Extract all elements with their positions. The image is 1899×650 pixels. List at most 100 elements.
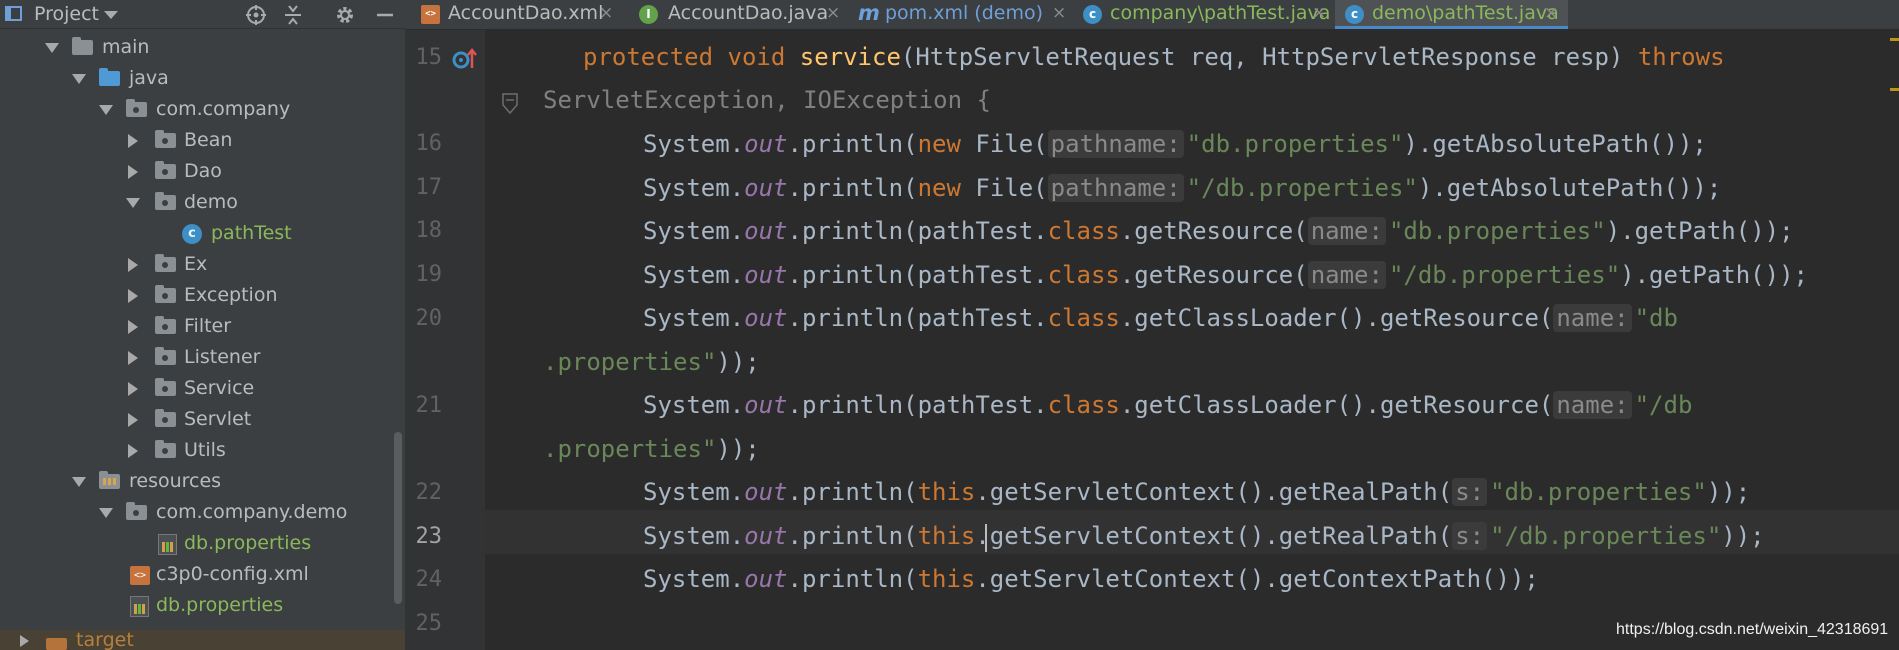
expand-arrow-icon[interactable] [99,508,113,518]
gear-icon[interactable] [334,4,356,29]
expand-arrow-icon[interactable] [99,105,113,115]
tree-item-service[interactable]: Service [0,374,405,405]
expand-arrow-icon[interactable] [45,43,59,53]
editor-gutter[interactable] [405,30,485,650]
target-icon[interactable] [245,4,267,29]
collapsed-arrow-icon[interactable] [128,289,138,303]
parameter-hint: name: [1553,391,1632,419]
tree-item-ex[interactable]: Ex [0,250,405,281]
package-icon [155,409,176,427]
tree-item-label: Servlet [184,408,252,430]
token-string: "/db.properties" [1186,174,1418,202]
warning-marker[interactable] [1890,88,1899,91]
token-text: (HttpServletRequest req, HttpServletResp… [900,43,1638,71]
expand-arrow-icon[interactable] [72,74,86,84]
tree-item-utils[interactable]: Utils [0,436,405,467]
tree-item-pathtest[interactable]: c pathTest [0,219,405,250]
collapsed-arrow-icon[interactable] [128,320,138,334]
tree-item-java[interactable]: java [0,64,405,95]
token-string: "db.properties" [1388,217,1606,245]
token-text: .println( [787,261,918,289]
tab-pom-xml[interactable]: m pom.xml (demo) × [850,0,1075,29]
tree-item-db-properties[interactable]: db.properties [0,529,405,560]
expand-arrow-icon[interactable] [72,477,86,487]
token-text: ).getAbsolutePath()); [1403,130,1707,158]
folder-icon [72,37,93,55]
collapsed-arrow-icon[interactable] [128,444,138,458]
token-keyword: this [917,478,976,506]
project-panel: Project main java com.company Bean Dao d… [0,0,405,650]
code-line-20-cont: .properties")); [543,348,760,376]
tab-company-pathtest[interactable]: c company\pathTest.java × [1075,0,1335,29]
tab-demo-pathtest[interactable]: c demo\pathTest.java × [1335,0,1568,29]
collapse-icon[interactable] [282,4,304,29]
token-text: )); [716,348,760,376]
tree-item-bean[interactable]: Bean [0,126,405,157]
code-line-24: System.out.println(this.getServletContex… [643,565,1539,593]
collapsed-arrow-icon[interactable] [20,635,29,647]
collapsed-arrow-icon[interactable] [128,258,138,272]
token-keyword: new [917,174,961,202]
tree-item-com-company-demo[interactable]: com.company.demo [0,498,405,529]
token-text: pathTest. [917,304,1048,332]
code-line-15-cont: ServletException, IOException { [543,86,991,114]
collapsed-arrow-icon[interactable] [128,413,138,427]
project-scrollbar[interactable] [394,432,402,604]
tree-item-filter[interactable]: Filter [0,312,405,343]
close-icon[interactable]: × [1052,3,1066,23]
close-icon[interactable]: × [1312,3,1326,23]
collapsed-arrow-icon[interactable] [128,382,138,396]
project-icon [5,6,22,21]
close-icon[interactable]: × [826,3,840,23]
properties-file-icon [130,596,149,617]
minimize-icon[interactable] [374,4,396,29]
line-number: 21 [415,393,443,418]
token-keyword: throws [1637,43,1725,71]
warning-marker[interactable] [1890,38,1899,41]
project-title[interactable]: Project [34,3,99,25]
tab-accountdao-xml[interactable]: <> AccountDao.xml × [405,0,623,29]
tree-item-dao[interactable]: Dao [0,157,405,188]
text-caret [985,524,987,552]
editor-tab-bar: <> AccountDao.xml × I AccountDao.java × … [405,0,1899,30]
expand-arrow-icon[interactable] [126,198,140,208]
parameter-hint: pathname: [1047,130,1184,158]
tree-item-label: pathTest [211,222,292,244]
token-text: System. [643,478,745,506]
tree-item-listener[interactable]: Listener [0,343,405,374]
collapsed-arrow-icon[interactable] [128,351,138,365]
token-text: File( [960,130,1048,158]
tree-item-c3p0-config[interactable]: <> c3p0-config.xml [0,560,405,591]
tree-item-servlet[interactable]: Servlet [0,405,405,436]
tree-item-label: resources [129,470,222,492]
collapsed-arrow-icon[interactable] [128,134,138,148]
tree-item-exception[interactable]: Exception [0,281,405,312]
tab-accountdao-java[interactable]: I AccountDao.java × [623,0,850,29]
token-keyword: void [727,43,786,71]
collapsed-arrow-icon[interactable] [128,165,138,179]
token-text: System. [643,217,745,245]
token-static-field: out [744,130,788,158]
tree-item-main[interactable]: main [0,33,405,64]
close-icon[interactable]: × [599,3,613,23]
token-text: .println( [787,174,918,202]
tree-item-db-properties-root[interactable]: db.properties [0,591,405,622]
chevron-down-icon[interactable] [104,11,118,19]
tree-item-label: c3p0-config.xml [156,563,309,585]
fold-icon[interactable] [502,93,518,115]
token-string: "db.properties" [1490,478,1707,506]
tree-item-target[interactable]: target [0,630,405,650]
parameter-hint: name: [1307,217,1386,245]
token-text: ).getPath()); [1605,217,1794,245]
line-number: 18 [415,218,443,243]
tree-item-resources[interactable]: resources [0,467,405,498]
token-string: "db [1634,304,1678,332]
tree-item-demo[interactable]: demo [0,188,405,219]
package-icon [155,285,176,303]
tree-item-com-company[interactable]: com.company [0,95,405,126]
tree-item-label: Bean [184,129,233,151]
override-method-icon[interactable] [452,46,478,72]
code-editor[interactable] [485,30,1899,650]
close-icon[interactable]: × [1544,3,1558,23]
token-keyword: class [1047,391,1120,419]
